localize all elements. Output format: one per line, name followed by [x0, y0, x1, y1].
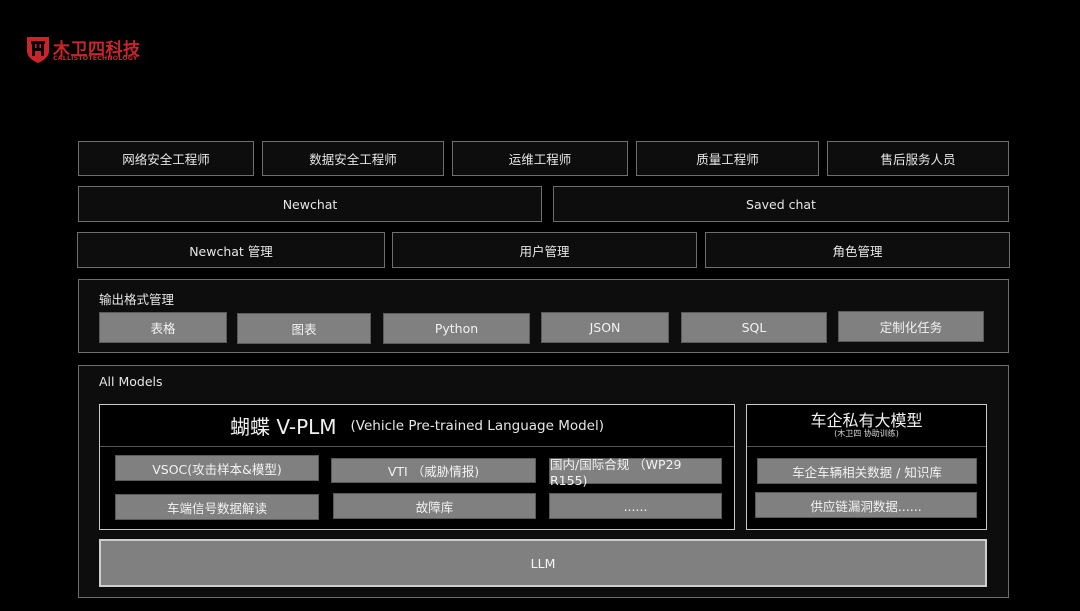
- format-table-button[interactable]: 表格: [99, 312, 227, 343]
- private-model-title: 车企私有大模型: [810, 411, 923, 430]
- role-after-sales[interactable]: 售后服务人员: [827, 141, 1009, 176]
- vplm-item-vehicle-signal[interactable]: 车端信号数据解读: [115, 494, 319, 520]
- role-ops-engineer[interactable]: 运维工程师: [452, 141, 628, 176]
- private-item-vehicle-data[interactable]: 车企车辆相关数据 / 知识库: [757, 458, 977, 484]
- shield-logo-icon: [27, 37, 49, 63]
- logo-name-en: CALLISTOTECHNOLOGY: [53, 55, 138, 62]
- vplm-item-vsoc[interactable]: VSOC(攻击样本&模型): [115, 455, 319, 481]
- role-quality-engineer[interactable]: 质量工程师: [636, 141, 819, 176]
- newchat-button[interactable]: Newchat: [78, 186, 542, 222]
- all-models-title: All Models: [99, 374, 163, 389]
- vplm-item-more[interactable]: ......: [549, 493, 722, 519]
- saved-chat-button[interactable]: Saved chat: [553, 186, 1009, 222]
- vplm-item-compliance[interactable]: 国内/国际合规 （WP29 R155): [549, 457, 722, 488]
- vplm-item-vti[interactable]: VTI （威胁情报): [331, 458, 536, 483]
- vplm-item-fault-library[interactable]: 故障库: [333, 493, 536, 519]
- user-management-button[interactable]: 用户管理: [392, 232, 697, 268]
- output-format-title: 输出格式管理: [99, 292, 175, 307]
- format-chart-button[interactable]: 图表: [237, 313, 371, 344]
- private-model-subtitle: (木卫四 协助训练): [834, 429, 899, 438]
- format-python-button[interactable]: Python: [383, 313, 530, 344]
- format-custom-task-button[interactable]: 定制化任务: [838, 311, 984, 342]
- vplm-title: 蝴蝶 V-PLM: [229, 415, 337, 439]
- role-data-security-engineer[interactable]: 数据安全工程师: [262, 141, 444, 176]
- format-json-button[interactable]: JSON: [541, 312, 669, 343]
- private-item-supply-chain[interactable]: 供应链漏洞数据......: [755, 492, 977, 518]
- role-network-security-engineer[interactable]: 网络安全工程师: [78, 141, 254, 176]
- format-sql-button[interactable]: SQL: [681, 312, 827, 343]
- vplm-subtitle: (Vehicle Pre-trained Language Model): [350, 417, 605, 434]
- company-logo: 木卫四科技 CALLISTOTECHNOLOGY: [26, 36, 156, 66]
- private-model-header: 车企私有大模型 (木卫四 协助训练): [747, 405, 986, 447]
- vplm-header: 蝴蝶 V-PLM (Vehicle Pre-trained Language M…: [100, 405, 734, 447]
- newchat-management-button[interactable]: Newchat 管理: [77, 232, 385, 268]
- llm-block[interactable]: LLM: [99, 539, 987, 587]
- role-management-button[interactable]: 角色管理: [705, 232, 1010, 268]
